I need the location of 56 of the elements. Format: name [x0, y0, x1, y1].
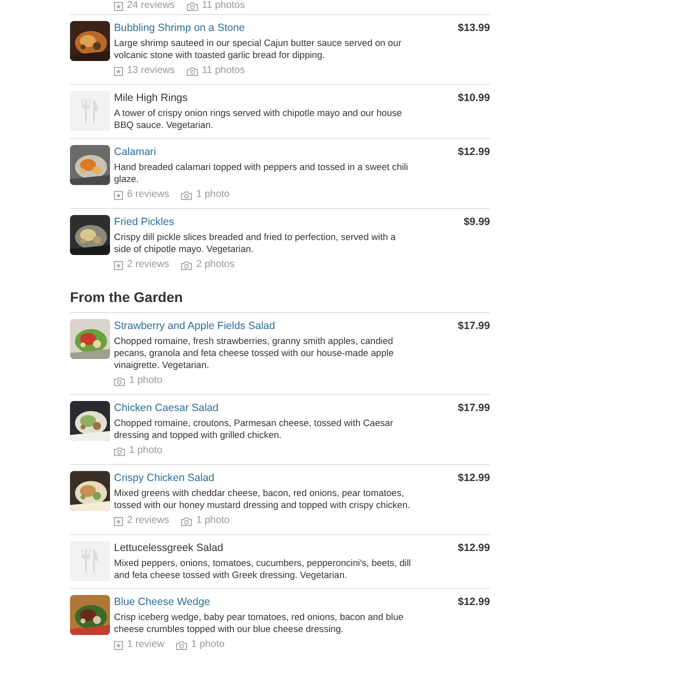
item-price: $12.99 — [458, 471, 490, 485]
item-name: Mile High Rings — [114, 91, 188, 105]
camera-icon — [181, 260, 192, 270]
item-description: Chopped romaine, croutons, Parmesan cheese, tossed with Caesar dressing and topped with grilled chicken. — [114, 417, 394, 441]
item-name-link[interactable]: Strawberry and Apple Fields Salad — [114, 319, 276, 333]
reviews-link[interactable]: 2 reviews — [114, 259, 170, 271]
camera-icon — [181, 516, 192, 526]
camera-icon — [181, 190, 192, 200]
reviews-link[interactable]: 2 reviews — [114, 515, 170, 527]
item-price: $13.99 — [458, 21, 490, 35]
item-name-link[interactable]: Calamari — [114, 145, 156, 159]
photos-link[interactable]: 1 photo — [114, 375, 162, 387]
item-price: $12.99 — [458, 541, 490, 555]
camera-icon — [114, 446, 125, 456]
reviews-link[interactable]: 1 review — [114, 639, 164, 651]
camera-icon — [114, 376, 125, 386]
item-name: Lettucelessgreek Salad — [114, 541, 224, 555]
section-heading: From the Garden — [70, 288, 184, 306]
camera-icon — [186, 2, 198, 10]
photos-link[interactable]: 1 photo — [114, 445, 162, 457]
review-icon — [114, 66, 123, 76]
item-price: $9.99 — [464, 215, 490, 229]
photos-link[interactable]: 2 photos — [181, 259, 235, 271]
photos-link[interactable]: 1 photo — [176, 639, 225, 651]
item-description: Large shrimp sauteed in our special Cajun butter sauce served on our volcanic stone with toasted garlic bread for dipping. — [114, 37, 402, 61]
reviews-link[interactable]: 24 reviews — [114, 0, 175, 12]
photos-link[interactable]: 11 photos — [186, 0, 245, 12]
item-description: Mixed peppers, onions, tomatoes, cucumbers, pepperoncini's, beets, dill and feta cheese tossed with Greek dressing. Vegetarian. — [114, 557, 412, 581]
item-description: Crisp iceberg wedge, baby pear tomatoes, red onions, bacon and blue cheese crumbles topped with our blue cheese dressing. — [114, 611, 404, 635]
reviews-link[interactable]: 6 reviews — [114, 189, 170, 201]
item-name-link[interactable]: Bubbling Shrimp on a Stone — [114, 21, 245, 35]
item-description: Chopped romaine, fresh strawberries, granny smith apples, candied pecans, granola and feta cheese tossed with our house-made apple vinaigrette. Vegetarian. — [114, 335, 395, 371]
item-price: $12.99 — [458, 595, 490, 609]
photos-link[interactable]: 1 photo — [181, 515, 230, 527]
review-icon — [114, 516, 123, 526]
item-price: $12.99 — [458, 145, 490, 159]
review-icon — [114, 190, 123, 200]
item-name-link[interactable]: Chicken Caesar Salad — [114, 401, 218, 415]
photos-link[interactable]: 1 photo — [181, 189, 230, 201]
item-description: A tower of crispy onion rings served with chipotle mayo and our house BBQ sauce. Vegetarian. — [114, 107, 403, 131]
item-description: Crispy dill pickle slices breaded and fried to perfection, served with a side of chipotle mayo. Vegetarian. — [114, 231, 397, 255]
reviews-link[interactable]: 13 reviews — [114, 65, 175, 77]
review-icon — [114, 260, 123, 270]
item-price: $17.99 — [458, 401, 490, 415]
item-price: $10.99 — [458, 91, 490, 105]
review-icon — [114, 2, 123, 10]
review-icon — [114, 640, 123, 650]
photos-link[interactable]: 11 photos — [186, 65, 245, 77]
item-description: Mixed greens with cheddar cheese, bacon, red onions, pear tomatoes, tossed with our honey mustard dressing and topped with crispy chicken. — [114, 487, 412, 511]
item-name-link[interactable]: Blue Cheese Wedge — [114, 595, 210, 609]
item-name-link[interactable]: Crispy Chicken Salad — [114, 471, 214, 485]
camera-icon — [186, 66, 198, 76]
camera-icon — [176, 640, 188, 650]
item-description: Hand breaded calamari topped with peppers and tossed in a sweet chili glaze. — [114, 161, 410, 185]
item-name-link[interactable]: Fried Pickles — [114, 215, 174, 229]
item-price: $17.99 — [458, 319, 490, 333]
